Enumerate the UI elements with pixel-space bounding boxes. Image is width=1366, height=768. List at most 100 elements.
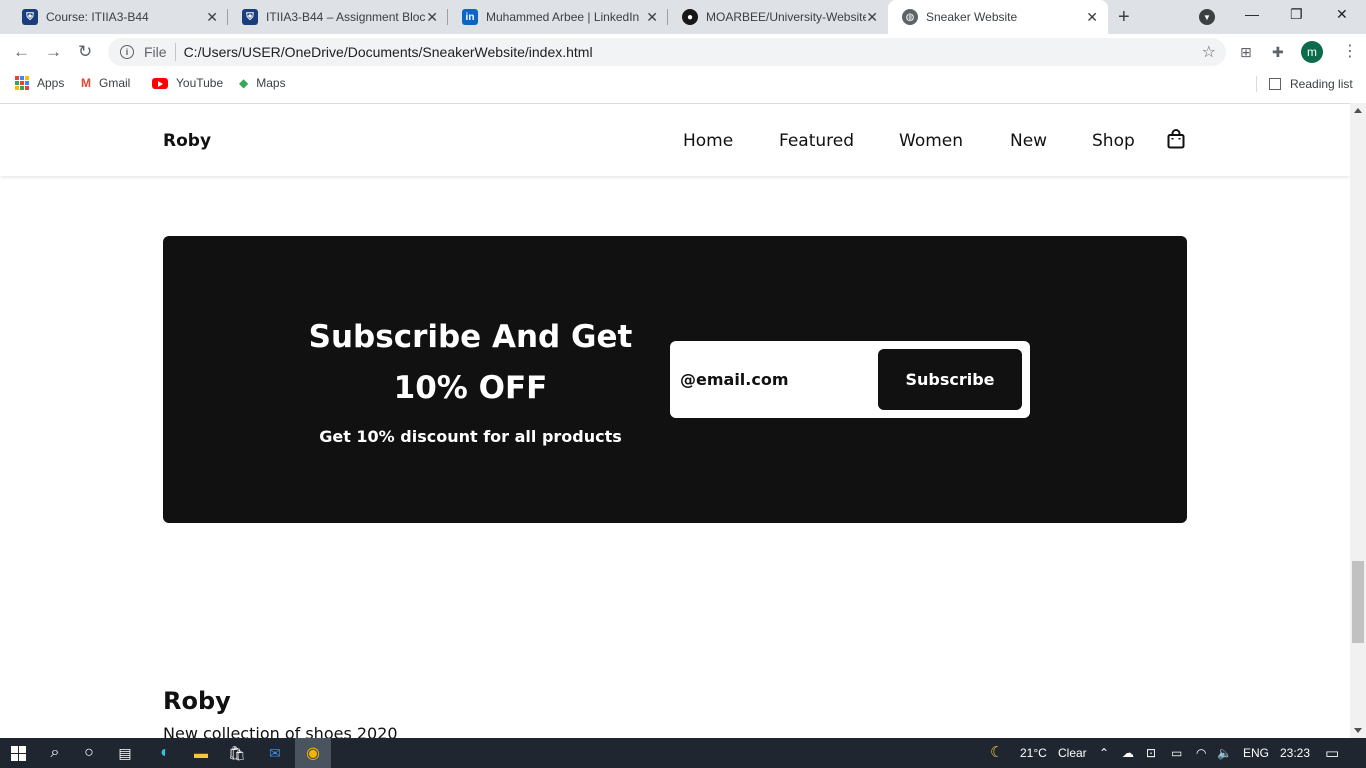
footer-logo: Roby	[163, 687, 231, 715]
profile-avatar[interactable]: m	[1301, 41, 1323, 63]
close-tab-icon[interactable]: ✕	[866, 9, 878, 25]
subscribe-banner: Subscribe And Get 10% OFF Get 10% discou…	[163, 236, 1187, 523]
search-icon[interactable]: ⌕	[38, 738, 72, 768]
browser-tab[interactable]: ● MOARBEE/University-Website ✕	[668, 0, 888, 34]
info-icon[interactable]: i	[120, 45, 134, 59]
tab-title: Sneaker Website	[926, 10, 1018, 24]
close-tab-icon[interactable]: ✕	[206, 9, 218, 25]
bookmark-label: Maps	[256, 76, 286, 90]
browser-tab-strip: ⛨ Course: ITIIA3-B44 ✕ ⛨ ITIIA3-B44 – As…	[0, 0, 1366, 34]
restore-icon[interactable]: ❐	[1290, 6, 1303, 23]
close-tab-icon[interactable]: ✕	[646, 9, 658, 25]
mail-icon[interactable]: ✉	[258, 738, 292, 768]
globe-icon: ◍	[902, 9, 918, 25]
subscribe-title-line1: Subscribe And Get	[308, 319, 633, 355]
maps-icon: ◆	[239, 76, 249, 90]
weather-desc[interactable]: Clear	[1058, 746, 1087, 760]
scroll-down-icon[interactable]	[1354, 728, 1362, 733]
cortana-icon[interactable]: ○	[72, 738, 106, 768]
weather-temp[interactable]: 21°C	[1020, 746, 1047, 760]
subscribe-button[interactable]: Subscribe	[878, 349, 1022, 410]
language-indicator[interactable]: ENG	[1243, 746, 1269, 760]
divider	[1256, 76, 1257, 92]
close-tab-icon[interactable]: ✕	[426, 9, 438, 25]
notifications-icon[interactable]: ▭	[1325, 744, 1339, 762]
volume-icon[interactable]: 🔈	[1217, 746, 1232, 760]
footer-tagline: New collection of shoes 2020	[163, 724, 398, 738]
tab-title: Course: ITIIA3-B44	[46, 10, 149, 24]
nav-new[interactable]: New	[1010, 131, 1047, 151]
forward-icon[interactable]: →	[45, 42, 62, 62]
nav-women[interactable]: Women	[899, 131, 963, 151]
tab-search-icon[interactable]: ▼	[1199, 9, 1215, 25]
reading-list-label: Reading list	[1290, 77, 1353, 91]
linkedin-icon: in	[462, 9, 478, 25]
tab-title: Muhammed Arbee | LinkedIn	[486, 10, 640, 24]
minimize-icon[interactable]: —	[1245, 6, 1259, 22]
subscribe-title-line2: 10% OFF	[393, 370, 548, 406]
browser-tab-active[interactable]: ◍ Sneaker Website ✕	[888, 0, 1108, 34]
reading-list[interactable]: Reading list	[1256, 76, 1353, 92]
email-input[interactable]	[680, 358, 870, 400]
clock-time[interactable]: 23:23	[1280, 746, 1310, 760]
university-shield-icon: ⛨	[242, 9, 258, 25]
bookmark-apps[interactable]: Apps	[15, 76, 64, 90]
divider	[174, 43, 176, 61]
file-explorer-icon[interactable]: ▬	[184, 738, 218, 768]
tab-title: ITIIA3-B44 – Assignment Bloc	[266, 10, 426, 24]
nav-home[interactable]: Home	[683, 131, 733, 151]
bookmark-label: YouTube	[176, 76, 224, 90]
battery-icon[interactable]: ▭	[1171, 746, 1182, 760]
tab-title: MOARBEE/University-Website	[706, 10, 866, 24]
apps-grid-icon	[15, 76, 29, 90]
site-header: Roby Home Featured Women New Shop	[0, 104, 1350, 176]
close-tab-icon[interactable]: ✕	[1086, 9, 1098, 25]
more-menu-icon[interactable]: ⋮	[1342, 41, 1358, 61]
close-window-icon[interactable]: ✕	[1336, 6, 1348, 23]
browser-tab[interactable]: in Muhammed Arbee | LinkedIn ✕	[448, 0, 668, 34]
address-bar[interactable]: i File C:/Users/USER/OneDrive/Documents/…	[108, 38, 1226, 66]
scroll-up-icon[interactable]	[1354, 108, 1362, 113]
browser-tab[interactable]: ⛨ Course: ITIIA3-B44 ✕	[8, 0, 228, 34]
browser-tab[interactable]: ⛨ ITIIA3-B44 – Assignment Bloc ✕	[228, 0, 448, 34]
edge-icon[interactable]: ◐	[148, 738, 182, 768]
subscribe-title: Subscribe And Get 10% OFF	[303, 312, 638, 414]
page-scrollbar[interactable]	[1350, 103, 1366, 738]
back-icon[interactable]: ←	[13, 42, 30, 62]
store-icon[interactable]: 🛍	[220, 738, 254, 768]
browser-toolbar: ← → ↻ i File C:/Users/USER/OneDrive/Docu…	[0, 34, 1366, 70]
scroll-thumb[interactable]	[1352, 561, 1364, 643]
bookmark-star-icon[interactable]: ☆	[1202, 42, 1216, 62]
scheme-label: File	[144, 44, 167, 60]
reading-list-icon	[1269, 78, 1281, 90]
bookmarks-bar: Apps M Gmail YouTube ◆ Maps Reading list	[0, 70, 1366, 98]
subscribe-form: Subscribe	[670, 341, 1030, 418]
chevron-up-icon[interactable]: ⌃	[1099, 746, 1109, 760]
bookmark-gmail[interactable]: M Gmail	[81, 76, 130, 90]
new-tab-icon[interactable]: +	[1118, 6, 1130, 28]
cloud-icon[interactable]: ☁	[1122, 746, 1134, 760]
site-logo[interactable]: Roby	[163, 131, 211, 151]
bookmark-youtube[interactable]: YouTube	[152, 76, 223, 90]
extension-icon[interactable]: ⊞	[1240, 44, 1252, 61]
shopping-bag-icon[interactable]	[1167, 129, 1185, 149]
moon-weather-icon: ☾	[990, 744, 1004, 761]
reload-icon[interactable]: ↻	[78, 42, 92, 62]
bookmark-label: Apps	[37, 76, 65, 90]
windows-start-icon[interactable]	[0, 738, 36, 768]
subscribe-subtitle: Get 10% discount for all products	[319, 427, 622, 446]
puzzle-extensions-icon[interactable]: ✚	[1272, 44, 1284, 61]
nav-shop[interactable]: Shop	[1092, 131, 1135, 151]
bookmark-label: Gmail	[99, 76, 131, 90]
nav-featured[interactable]: Featured	[779, 131, 854, 151]
page-viewport: Roby Home Featured Women New Shop Subscr…	[0, 103, 1350, 738]
wifi-icon[interactable]: ◠	[1196, 746, 1206, 760]
bookmark-maps[interactable]: ◆ Maps	[239, 76, 286, 90]
task-view-icon[interactable]: ▤	[108, 738, 142, 768]
url-text[interactable]: C:/Users/USER/OneDrive/Documents/Sneaker…	[184, 44, 593, 60]
youtube-icon	[152, 77, 168, 89]
network-status-icon[interactable]: ⊡	[1146, 746, 1156, 760]
chrome-icon[interactable]: ◉	[295, 738, 331, 768]
windows-taskbar: ⌕ ○ ▤ ◐ ▬ 🛍 ✉ ◉ ☾ 21°C Clear ⌃ ☁ ⊡ ▭ ◠ 🔈…	[0, 738, 1366, 768]
github-icon: ●	[682, 9, 698, 25]
